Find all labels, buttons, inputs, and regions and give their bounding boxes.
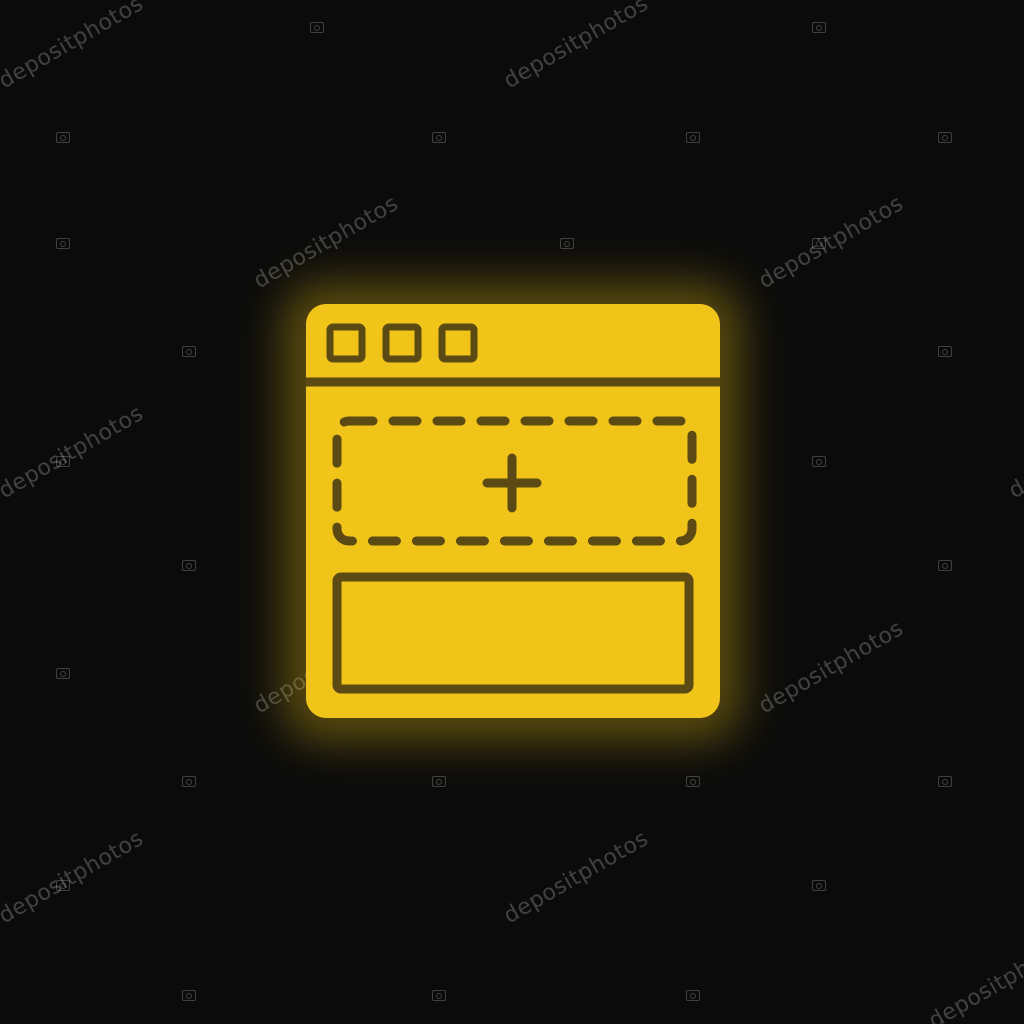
canvas: depositphotos depositphotos depositphotos d… [0,0,1024,1024]
web-page-add-section-icon [282,282,742,742]
